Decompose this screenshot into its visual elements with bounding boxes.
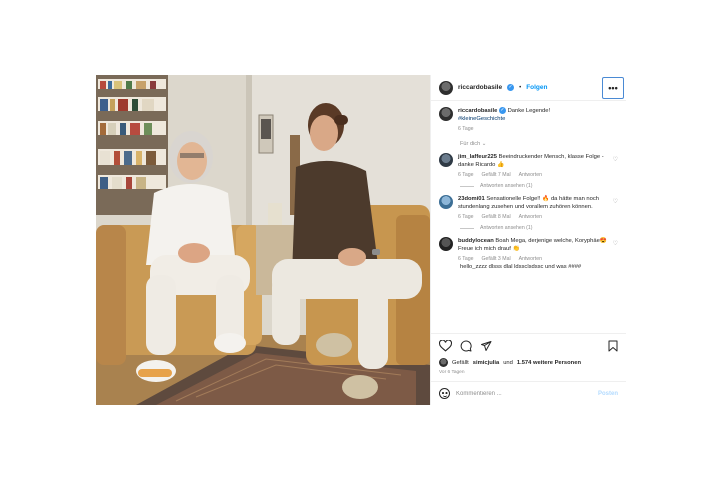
view-replies-label: Antworten ansehen (1) (480, 183, 533, 190)
post-header: riccardobasile ✓ • Folgen ••• (431, 75, 626, 101)
comment-item: 23domi01 Sensationelle Folge!! 🔥 da hätt… (439, 195, 618, 221)
comment-likes[interactable]: Gefällt 8 Mal (481, 213, 510, 221)
liker-avatar (439, 358, 448, 367)
author-username[interactable]: riccardobasile (458, 84, 502, 91)
partial-comment: hello_zzzz dlsss dlal ldssclsdssc und wa… (460, 264, 582, 270)
header-separator: • (519, 84, 522, 91)
comment-item: buddylocean Boah Mega, derjenige welche,… (439, 237, 618, 263)
post-actions: Gefällt simicjulia und 1.574 weitere Per… (431, 333, 626, 377)
likes-summary[interactable]: Gefällt simicjulia und 1.574 weitere Per… (439, 358, 618, 367)
comment-time: 6 Tage (458, 172, 474, 179)
heart-icon[interactable] (439, 340, 452, 352)
verified-icon: ✓ (498, 107, 506, 114)
commenter-avatar[interactable] (439, 153, 453, 168)
caption-text: Danke Legende! (507, 108, 551, 115)
comment-username[interactable]: 23domi01 (458, 196, 485, 202)
post-photo-image (96, 75, 430, 405)
commenter-avatar[interactable] (439, 237, 453, 252)
bookmark-icon[interactable] (608, 340, 618, 352)
emoji-icon[interactable] (439, 388, 450, 399)
comment-time: 6 Tage (458, 214, 474, 221)
instagram-post: riccardobasile ✓ • Folgen ••• riccardoba… (96, 75, 626, 405)
comment-like-heart-icon[interactable]: ♡ (613, 198, 618, 205)
comment-username[interactable]: buddylocean (458, 238, 494, 244)
caption-username[interactable]: riccardobasile (458, 108, 497, 114)
post-side-panel: riccardobasile ✓ • Folgen ••• riccardoba… (430, 75, 626, 405)
likes-prefix: Gefällt (452, 359, 469, 366)
verified-icon: ✓ (507, 84, 515, 91)
caption-hashtag[interactable]: #kleineGeschichte (458, 116, 505, 122)
author-avatar[interactable] (439, 80, 453, 95)
for-you-filter[interactable]: Für dich ⌄ (460, 141, 618, 147)
comment-likes[interactable]: Gefällt 7 Mal (481, 171, 510, 179)
comment-item: jim_laffeur225 Beeindruckender Mensch, k… (439, 153, 618, 179)
replies-divider (460, 227, 474, 229)
reply-button[interactable]: Antworten (519, 171, 542, 179)
share-icon[interactable] (480, 340, 492, 352)
comment-like-heart-icon[interactable]: ♡ (613, 240, 618, 247)
comment-time: 6 Tage (458, 256, 474, 263)
comment-icon[interactable] (460, 340, 472, 352)
action-bar (439, 338, 618, 354)
replies-divider (460, 185, 474, 187)
post-caption: riccardobasile ✓ Danke Legende! #kleineG… (439, 107, 618, 133)
post-photo[interactable] (96, 75, 430, 405)
follow-button[interactable]: Folgen (526, 84, 547, 91)
comments-list[interactable]: riccardobasile ✓ Danke Legende! #kleineG… (431, 101, 626, 333)
post-comment-button[interactable]: Posten (598, 391, 618, 397)
add-comment-bar: Posten (431, 381, 626, 405)
view-replies-label: Antworten ansehen (1) (480, 225, 533, 232)
comment-likes[interactable]: Gefällt 3 Mal (481, 255, 510, 263)
post-timestamp: Vor 6 Tagen (439, 370, 465, 375)
reply-button[interactable]: Antworten (519, 213, 542, 221)
more-options-button[interactable]: ••• (602, 77, 624, 99)
likes-middle: und (503, 359, 513, 366)
likes-count[interactable]: 1.574 weitere Personen (517, 360, 581, 366)
comment-input[interactable] (456, 390, 592, 397)
comment-username[interactable]: jim_laffeur225 (458, 154, 497, 160)
commenter-avatar[interactable] (439, 195, 453, 210)
view-replies-button[interactable]: Antworten ansehen (1) (460, 183, 618, 189)
view-replies-button[interactable]: Antworten ansehen (1) (460, 225, 618, 231)
likes-user[interactable]: simicjulia (473, 360, 499, 366)
comment-like-heart-icon[interactable]: ♡ (613, 156, 618, 163)
caption-time: 6 Tage (458, 126, 474, 133)
caption-avatar[interactable] (439, 107, 453, 121)
reply-button[interactable]: Antworten (519, 255, 542, 263)
